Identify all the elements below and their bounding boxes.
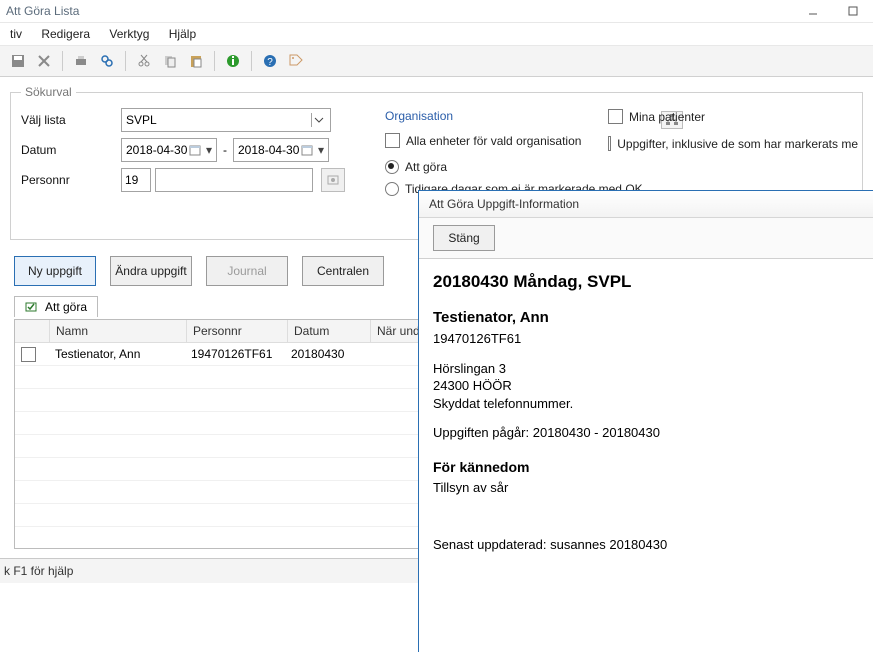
personnr-input[interactable] — [155, 168, 313, 192]
close-button[interactable]: Stäng — [433, 225, 495, 251]
window-buttons — [793, 0, 873, 22]
menu-item-redigera[interactable]: Redigera — [33, 23, 98, 45]
toolbar: ? — [0, 46, 873, 77]
row-namn: Testienator, Ann — [49, 347, 185, 361]
calendar-icon — [188, 143, 202, 157]
ny-uppgift-button[interactable]: Ny uppgift — [14, 256, 96, 286]
checkbox-icon — [21, 347, 36, 362]
journal-button[interactable]: Journal — [206, 256, 288, 286]
table-header-namn[interactable]: Namn — [50, 320, 187, 342]
detail-body: 20180430 Måndag, SVPL Testienator, Ann 1… — [419, 259, 873, 566]
centralen-label: Centralen — [317, 264, 369, 278]
right-filter-column: Mina patienter Uppgifter, inklusive de s… — [608, 105, 858, 163]
journal-label: Journal — [227, 264, 266, 278]
table-header-datum[interactable]: Datum — [288, 320, 371, 342]
personnr-label: Personnr — [21, 173, 121, 187]
minimize-button[interactable] — [793, 0, 833, 22]
detail-heading: 20180430 Måndag, SVPL — [433, 271, 864, 294]
radio-att-gora-label: Att göra — [405, 160, 447, 174]
search-criteria-legend: Sökurval — [21, 85, 76, 99]
date-from-input[interactable]: 2018-04-30 ▾ — [121, 138, 217, 162]
valj-lista-label: Välj lista — [21, 113, 121, 127]
uppgifter-inklusive-label: Uppgifter, inklusive de som har markerat… — [617, 137, 858, 151]
save-icon[interactable] — [6, 49, 30, 73]
valj-lista-dropdown[interactable]: SVPL — [121, 108, 331, 132]
label-icon[interactable] — [284, 49, 308, 73]
svg-text:?: ? — [267, 57, 273, 68]
row-datum: 20180430 — [285, 347, 367, 361]
detail-toolbar: Stäng — [419, 218, 873, 259]
copy-icon[interactable] — [158, 49, 182, 73]
delete-icon[interactable] — [32, 49, 56, 73]
detail-titlebar: Att Göra Uppgift-Information — [419, 191, 873, 218]
mina-patienter-checkbox-row[interactable]: Mina patienter — [608, 109, 858, 124]
titlebar: Att Göra Lista — [0, 0, 873, 23]
help-icon[interactable]: ? — [258, 49, 282, 73]
uppgifter-inklusive-checkbox-row[interactable]: Uppgifter, inklusive de som har markerat… — [608, 136, 858, 151]
row-checkbox-cell[interactable] — [15, 347, 49, 362]
find-icon[interactable] — [95, 49, 119, 73]
menubar: tiv Redigera Verktyg Hjälp — [0, 23, 873, 46]
mina-patienter-label: Mina patienter — [629, 110, 705, 124]
table-header-personnr[interactable]: Personnr — [187, 320, 288, 342]
chevron-down-icon — [311, 113, 326, 127]
personnr-lookup-button[interactable] — [321, 168, 345, 192]
print-icon[interactable] — [69, 49, 93, 73]
row-personnr: 19470126TF61 — [185, 347, 285, 361]
detail-window: Att Göra Uppgift-Information Stäng 20180… — [418, 190, 873, 652]
menu-item-hjalp[interactable]: Hjälp — [161, 23, 204, 45]
radio-icon — [385, 182, 399, 196]
task-icon — [25, 301, 39, 313]
detail-patient-id: 19470126TF61 — [433, 330, 864, 348]
status-text: k F1 för hjälp — [4, 564, 73, 578]
checkbox-icon — [608, 109, 623, 124]
chevron-down-icon: ▾ — [316, 143, 326, 157]
detail-uppgift-pagar: Uppgiften pågår: 20180430 - 20180430 — [433, 424, 864, 442]
app-window: Att Göra Lista tiv Redigera Verktyg Hjäl… — [0, 0, 873, 652]
paste-icon[interactable] — [184, 49, 208, 73]
detail-section-header: För kännedom — [433, 458, 864, 477]
date-from-value: 2018-04-30 — [124, 143, 188, 157]
tab-label: Att göra — [45, 300, 87, 314]
personnr-century-input[interactable]: 19 — [121, 168, 151, 192]
date-to-input[interactable]: 2018-04-30 ▾ — [233, 138, 329, 162]
menu-item-verktyg[interactable]: Verktyg — [101, 23, 157, 45]
ny-uppgift-label: Ny uppgift — [28, 264, 82, 278]
tab-att-gora[interactable]: Att göra — [14, 296, 98, 317]
detail-section-text: Tillsyn av sår — [433, 479, 864, 497]
valj-lista-value: SVPL — [126, 113, 157, 127]
date-separator: - — [223, 143, 227, 157]
detail-phone-note: Skyddat telefonnummer. — [433, 395, 864, 413]
table-header-checkbox[interactable] — [15, 320, 50, 342]
info-icon[interactable] — [221, 49, 245, 73]
close-button-label: Stäng — [448, 231, 479, 245]
detail-window-title: Att Göra Uppgift-Information — [429, 197, 579, 211]
alla-enheter-label: Alla enheter för vald organisation — [406, 134, 581, 148]
cut-icon[interactable] — [132, 49, 156, 73]
date-to-value: 2018-04-30 — [236, 143, 300, 157]
personnr-century-value: 19 — [125, 173, 138, 187]
datum-label: Datum — [21, 143, 121, 157]
checkbox-icon — [608, 136, 611, 151]
checkbox-icon — [385, 133, 400, 148]
andra-uppgift-label: Ändra uppgift — [115, 264, 186, 278]
calendar-icon — [300, 143, 314, 157]
detail-patient-name: Testienator, Ann — [433, 308, 864, 328]
chevron-down-icon: ▾ — [204, 143, 214, 157]
window-title: Att Göra Lista — [6, 0, 79, 22]
detail-address1: Hörslingan 3 — [433, 360, 864, 378]
maximize-button[interactable] — [833, 0, 873, 22]
andra-uppgift-button[interactable]: Ändra uppgift — [110, 256, 192, 286]
detail-address2: 24300 HÖÖR — [433, 377, 864, 395]
menu-item-arkiv[interactable]: tiv — [2, 23, 30, 45]
detail-last-updated: Senast uppdaterad: susannes 20180430 — [433, 536, 864, 554]
centralen-button[interactable]: Centralen — [302, 256, 384, 286]
radio-icon — [385, 160, 399, 174]
